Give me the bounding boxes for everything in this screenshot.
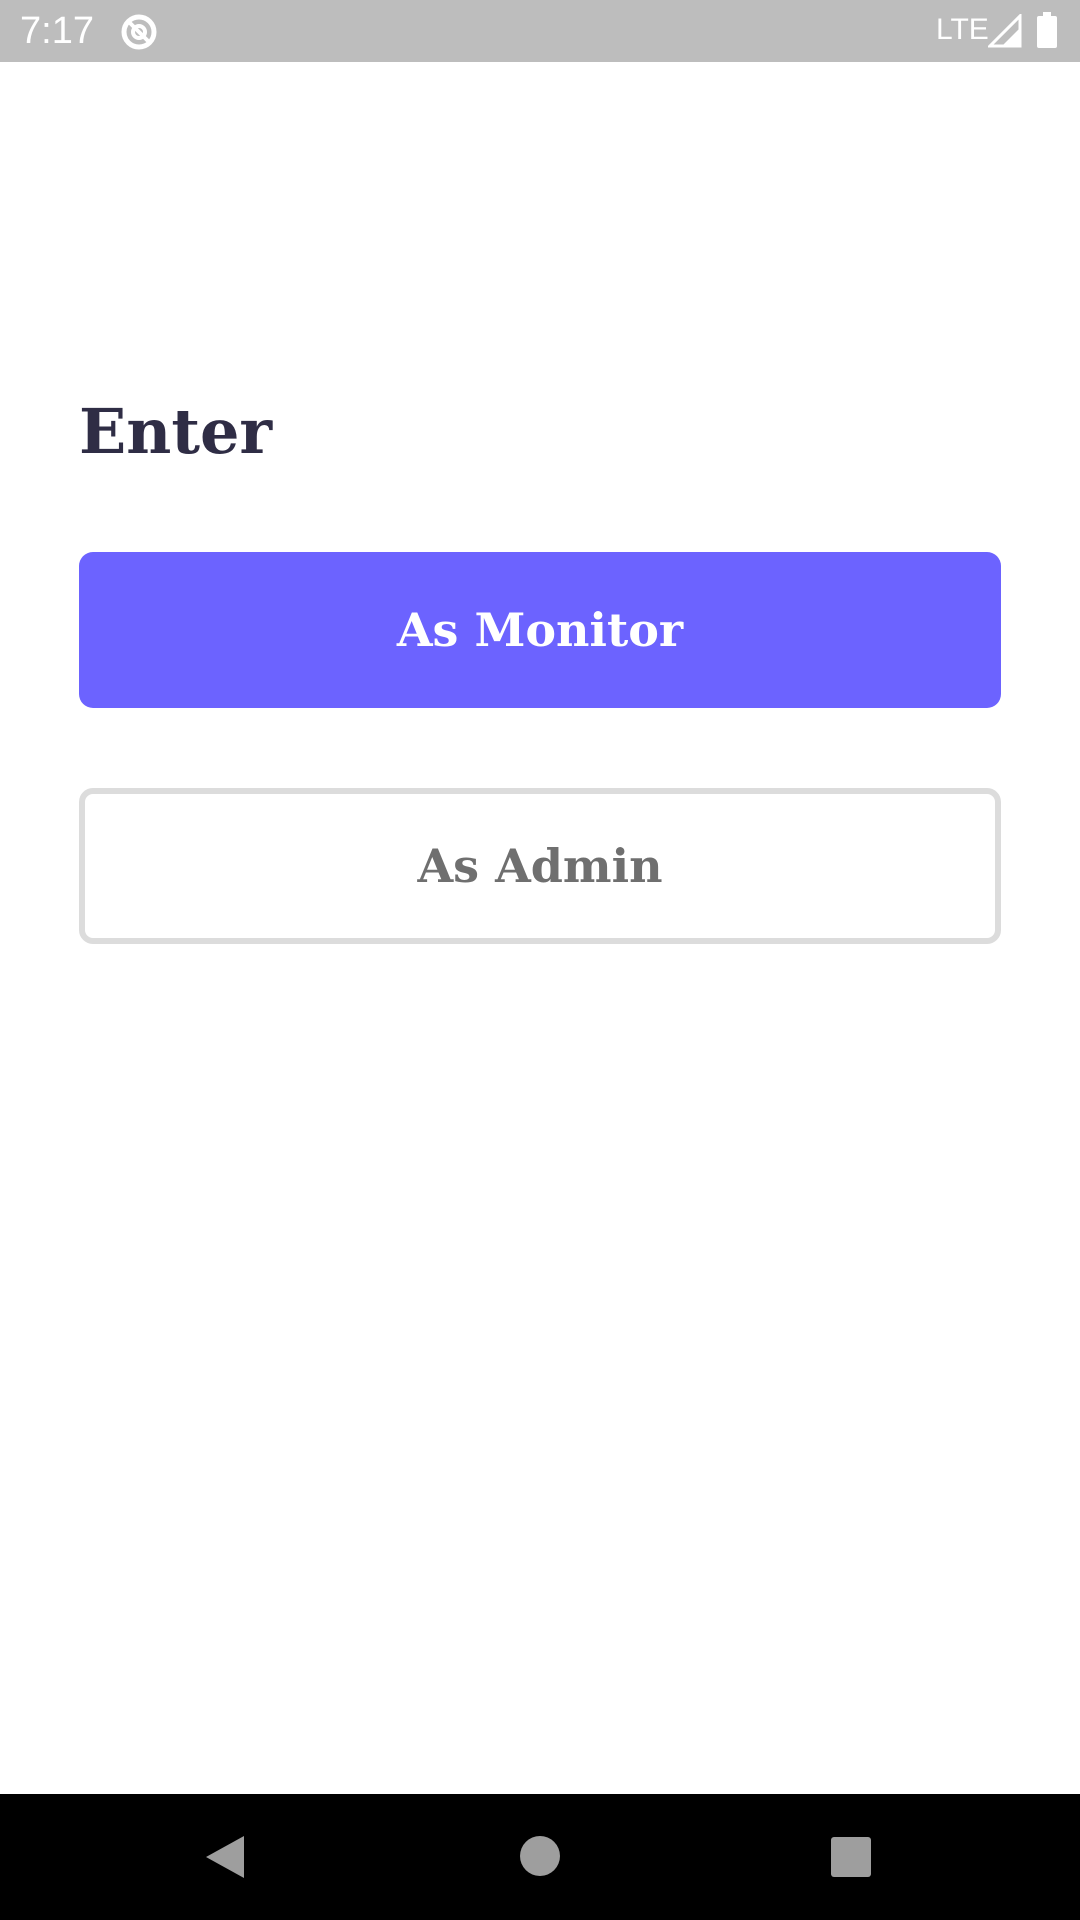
network-type-label: LTE <box>936 13 989 46</box>
status-time: 7:17 <box>20 10 94 52</box>
back-icon[interactable] <box>204 1834 246 1880</box>
page-title: Enter <box>79 395 273 468</box>
recents-icon[interactable] <box>831 1837 871 1877</box>
navigation-bar <box>0 1794 1080 1920</box>
home-icon[interactable] <box>520 1836 560 1876</box>
status-bar: 7:17 LTE <box>0 0 1080 62</box>
battery-icon <box>1037 12 1057 48</box>
as-admin-button[interactable]: As Admin <box>79 788 1001 944</box>
as-admin-button-label: As Admin <box>417 839 663 893</box>
screen: 7:17 LTE Enter As Monitor As Admin <box>0 0 1080 1920</box>
as-monitor-button-label: As Monitor <box>396 603 684 657</box>
as-monitor-button[interactable]: As Monitor <box>79 552 1001 708</box>
signal-icon <box>988 14 1022 48</box>
do-not-disturb-icon <box>121 14 157 50</box>
